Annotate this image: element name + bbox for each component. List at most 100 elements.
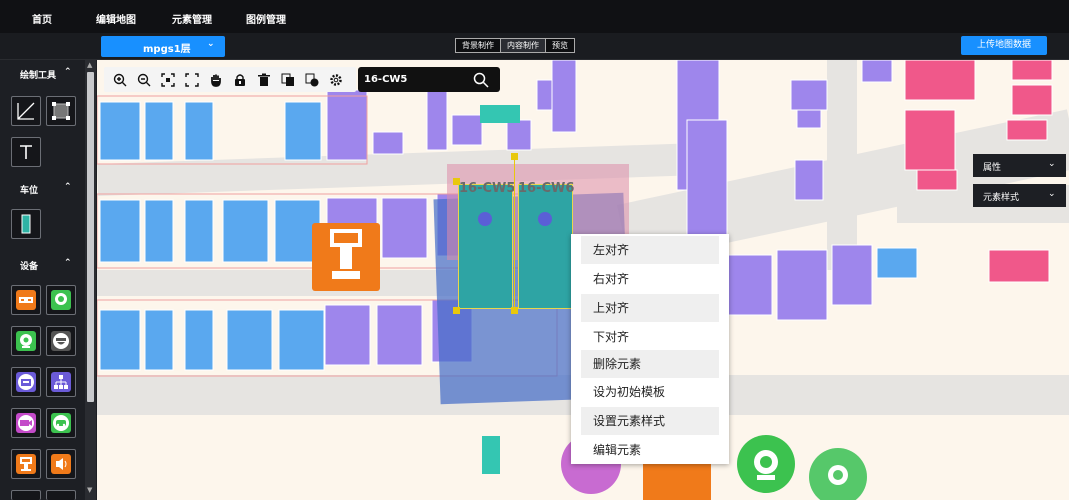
- speaker-icon: [51, 454, 71, 474]
- selection-axis: [514, 160, 515, 307]
- delete-icon[interactable]: [255, 71, 272, 88]
- text-tool-button[interactable]: [11, 137, 41, 167]
- location-beacon-icon: [51, 290, 71, 310]
- parking-space: [144, 101, 174, 161]
- scroll-down-icon[interactable]: ▼: [87, 486, 92, 494]
- hand-icon[interactable]: [207, 71, 224, 88]
- line-tool-button[interactable]: [11, 96, 41, 126]
- search-icon[interactable]: [462, 67, 500, 92]
- nav-edit-map[interactable]: 编辑地图: [96, 11, 136, 26]
- section-draw-tools[interactable]: 绘制工具 ⌃: [0, 62, 83, 84]
- parking-space: [1011, 60, 1053, 81]
- camera-device[interactable]: [809, 448, 867, 500]
- menu-align-right[interactable]: 右对齐: [581, 265, 719, 293]
- network-button[interactable]: [46, 367, 76, 397]
- parking-space: [506, 119, 532, 151]
- camera-icon: [754, 450, 778, 480]
- parking-space: [144, 309, 174, 371]
- fullscreen-icon[interactable]: [183, 71, 200, 88]
- tab-content[interactable]: 内容制作: [501, 39, 546, 52]
- tab-background[interactable]: 背景制作: [456, 39, 501, 52]
- copy-icon[interactable]: [279, 71, 296, 88]
- line-tool-icon: [17, 102, 35, 120]
- parking-space: [184, 309, 214, 371]
- nav-legend-management[interactable]: 图例管理: [246, 11, 286, 26]
- menu-delete-element[interactable]: 删除元素: [581, 350, 719, 378]
- floor-select[interactable]: mpgs1层 ⌄: [101, 36, 225, 57]
- chevron-down-icon: ⌄: [1048, 189, 1056, 199]
- camera-button[interactable]: [11, 326, 41, 356]
- camera-device[interactable]: [737, 435, 795, 493]
- section-devices[interactable]: 设备 ⌃: [0, 253, 83, 275]
- tool-sidebar: 绘制工具 ⌃ 车位 ⌃ 设备 ⌃ ▲ ▼: [0, 60, 97, 500]
- zoom-out-icon[interactable]: [135, 71, 152, 88]
- chevron-up-icon: ⌃: [64, 182, 72, 192]
- floor-select-value: mpgs1层: [143, 44, 191, 55]
- parking-space: [381, 197, 428, 259]
- zoom-in-icon[interactable]: [111, 71, 128, 88]
- mode-tabs: 背景制作 内容制作 预览: [455, 38, 575, 53]
- menu-align-top[interactable]: 上对齐: [581, 294, 719, 322]
- network-icon: [51, 372, 71, 392]
- video-camera-button[interactable]: [11, 408, 41, 438]
- upload-map-button[interactable]: 上传地图数据: [961, 36, 1047, 55]
- menu-set-initial-template[interactable]: 设为初始模板: [581, 378, 719, 406]
- parking-space: [904, 60, 976, 101]
- chevron-down-icon: ⌄: [207, 39, 215, 49]
- menu-set-element-style[interactable]: 设置元素样式: [581, 407, 719, 435]
- sidebar-scrollbar[interactable]: ▲ ▼: [85, 60, 96, 500]
- panel-title: 属性: [983, 163, 1002, 173]
- parking-label: 16-CW5: [459, 181, 516, 196]
- tab-preview[interactable]: 预览: [546, 39, 574, 52]
- parking-space: [988, 249, 1050, 283]
- nav-home[interactable]: 首页: [32, 11, 52, 26]
- settings-icon[interactable]: [327, 71, 344, 88]
- parking-space: [790, 79, 828, 111]
- speaker-button[interactable]: [46, 449, 76, 479]
- element-style-panel-header[interactable]: 元素样式 ⌄: [973, 184, 1066, 207]
- rect-tool-icon: [52, 102, 70, 120]
- parking-space-16-cw6[interactable]: [518, 184, 573, 309]
- rect-tool-button[interactable]: [46, 96, 76, 126]
- led-screen-button[interactable]: [11, 285, 41, 315]
- small-device[interactable]: [480, 105, 520, 123]
- lock-icon[interactable]: [231, 71, 248, 88]
- parking-space: [776, 249, 828, 321]
- parking-space: [794, 159, 824, 201]
- scrollbar-thumb[interactable]: [87, 72, 94, 402]
- section-parking[interactable]: 车位 ⌃: [0, 177, 83, 199]
- car-detector-button[interactable]: [46, 408, 76, 438]
- parking-space-icon: [21, 214, 31, 234]
- menu-edit-element[interactable]: 编辑元素: [581, 436, 719, 464]
- guide-screen-icon: [16, 454, 36, 474]
- more-device-button[interactable]: [46, 490, 76, 500]
- menu-align-bottom[interactable]: 下对齐: [581, 323, 719, 351]
- small-device[interactable]: [482, 436, 500, 474]
- scroll-up-icon[interactable]: ▲: [87, 61, 92, 69]
- nav-element-management[interactable]: 元素管理: [172, 11, 212, 26]
- parking-space: [226, 309, 273, 371]
- paste-icon[interactable]: [303, 71, 320, 88]
- parking-space: [876, 247, 918, 279]
- location-beacon-button[interactable]: [46, 285, 76, 315]
- more-device-button[interactable]: [11, 490, 41, 500]
- parking-space-button[interactable]: [11, 209, 41, 239]
- parking-space: [426, 87, 448, 151]
- section-title: 设备: [20, 262, 39, 272]
- guide-screen-button[interactable]: [11, 449, 41, 479]
- search-input[interactable]: [364, 71, 464, 88]
- menu-align-left[interactable]: 左对齐: [581, 236, 719, 264]
- phone-button[interactable]: [11, 367, 41, 397]
- rotate-handle[interactable]: [511, 153, 518, 160]
- parking-space-16-cw5[interactable]: [458, 184, 513, 309]
- resize-handle[interactable]: [453, 307, 460, 314]
- attributes-panel-header[interactable]: 属性 ⌄: [973, 154, 1066, 177]
- car-detector-icon: [51, 413, 71, 433]
- resize-handle[interactable]: [511, 307, 518, 314]
- parking-space: [376, 304, 423, 366]
- parking-space: [184, 101, 214, 161]
- fit-icon[interactable]: [159, 71, 176, 88]
- resize-handle[interactable]: [453, 178, 460, 185]
- dome-camera-button[interactable]: [46, 326, 76, 356]
- guide-screen-device[interactable]: [312, 223, 380, 291]
